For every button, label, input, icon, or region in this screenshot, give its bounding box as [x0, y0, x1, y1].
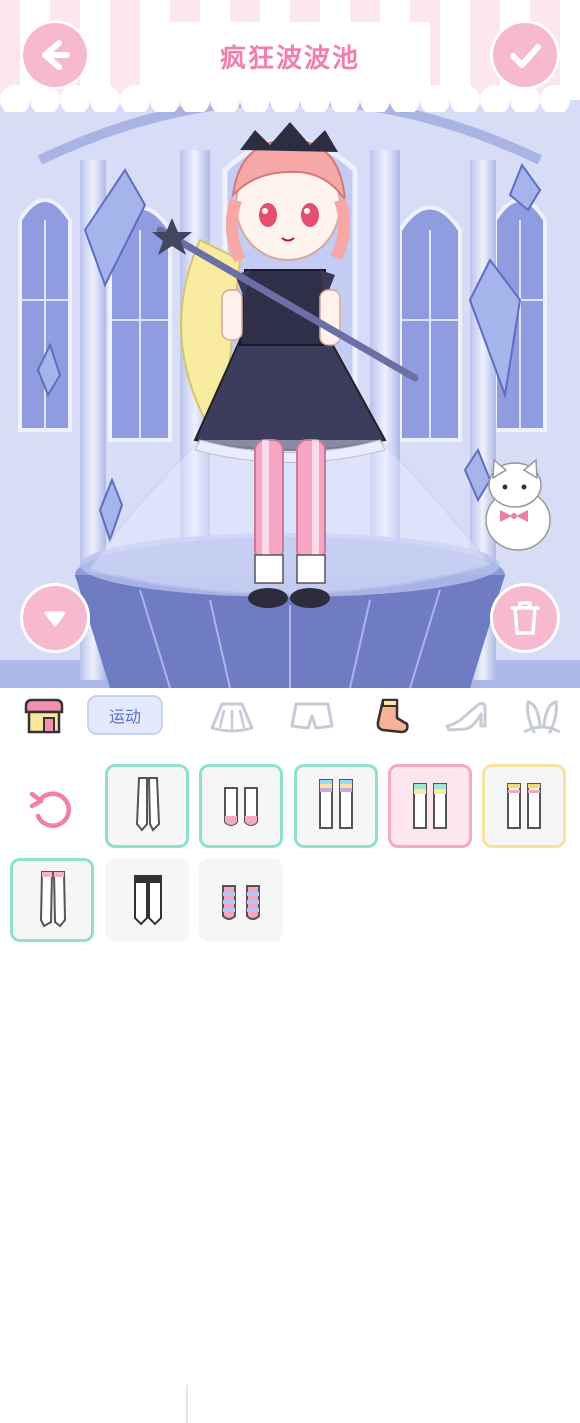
item-socks-yellow-top[interactable]: [482, 764, 566, 848]
stockings-white-icon: [135, 777, 161, 832]
item-socks-pink-toe[interactable]: [199, 764, 283, 848]
check-icon: [510, 44, 541, 68]
stockings-pink-band-icon: [39, 871, 67, 928]
socks-rainbow-top-icon: [319, 779, 353, 829]
sock-icon: [376, 698, 409, 734]
reset-button[interactable]: [24, 780, 80, 836]
socks-yellow-top-icon: [507, 783, 541, 829]
item-stockings-pink-band[interactable]: [10, 858, 94, 942]
tab-shorts[interactable]: [283, 688, 341, 744]
socks-pastel-stripe-icon: [413, 783, 447, 829]
tab-socks[interactable]: [362, 688, 420, 744]
dressup-scene: [0, 0, 580, 688]
reset-icon: [29, 791, 71, 828]
trash-icon: [510, 601, 540, 635]
chevron-down-icon: [44, 611, 66, 627]
back-button[interactable]: [20, 20, 90, 90]
tab-shoes[interactable]: [438, 688, 496, 744]
item-socks-rainbow-top[interactable]: [294, 764, 378, 848]
skirt-icon: [210, 702, 254, 733]
item-stockings-black-band[interactable]: [105, 858, 189, 942]
shop-button[interactable]: [16, 688, 72, 744]
shorts-icon: [290, 702, 334, 730]
item-stockings-white[interactable]: [105, 764, 189, 848]
arrow-left-icon: [42, 40, 70, 70]
stockings-black-band-icon: [134, 875, 162, 926]
high-heel-icon: [445, 702, 487, 732]
item-socks-pastel-stripe[interactable]: [388, 764, 472, 848]
collapse-button[interactable]: [20, 583, 90, 653]
delete-button[interactable]: [490, 583, 560, 653]
item-socks-pink-blue-stripe[interactable]: [199, 858, 283, 942]
category-pill[interactable]: 运动: [87, 695, 163, 735]
socks-pink-blue-stripe-icon: [222, 885, 260, 920]
bunny-ears-icon: [523, 700, 561, 734]
confirm-button[interactable]: [490, 20, 560, 90]
socks-pink-toe-icon: [224, 787, 258, 826]
shop-icon: [24, 698, 64, 734]
tab-headwear[interactable]: [513, 688, 571, 744]
toolbar-divider: [186, 1385, 188, 1423]
tab-skirt[interactable]: [203, 688, 261, 744]
